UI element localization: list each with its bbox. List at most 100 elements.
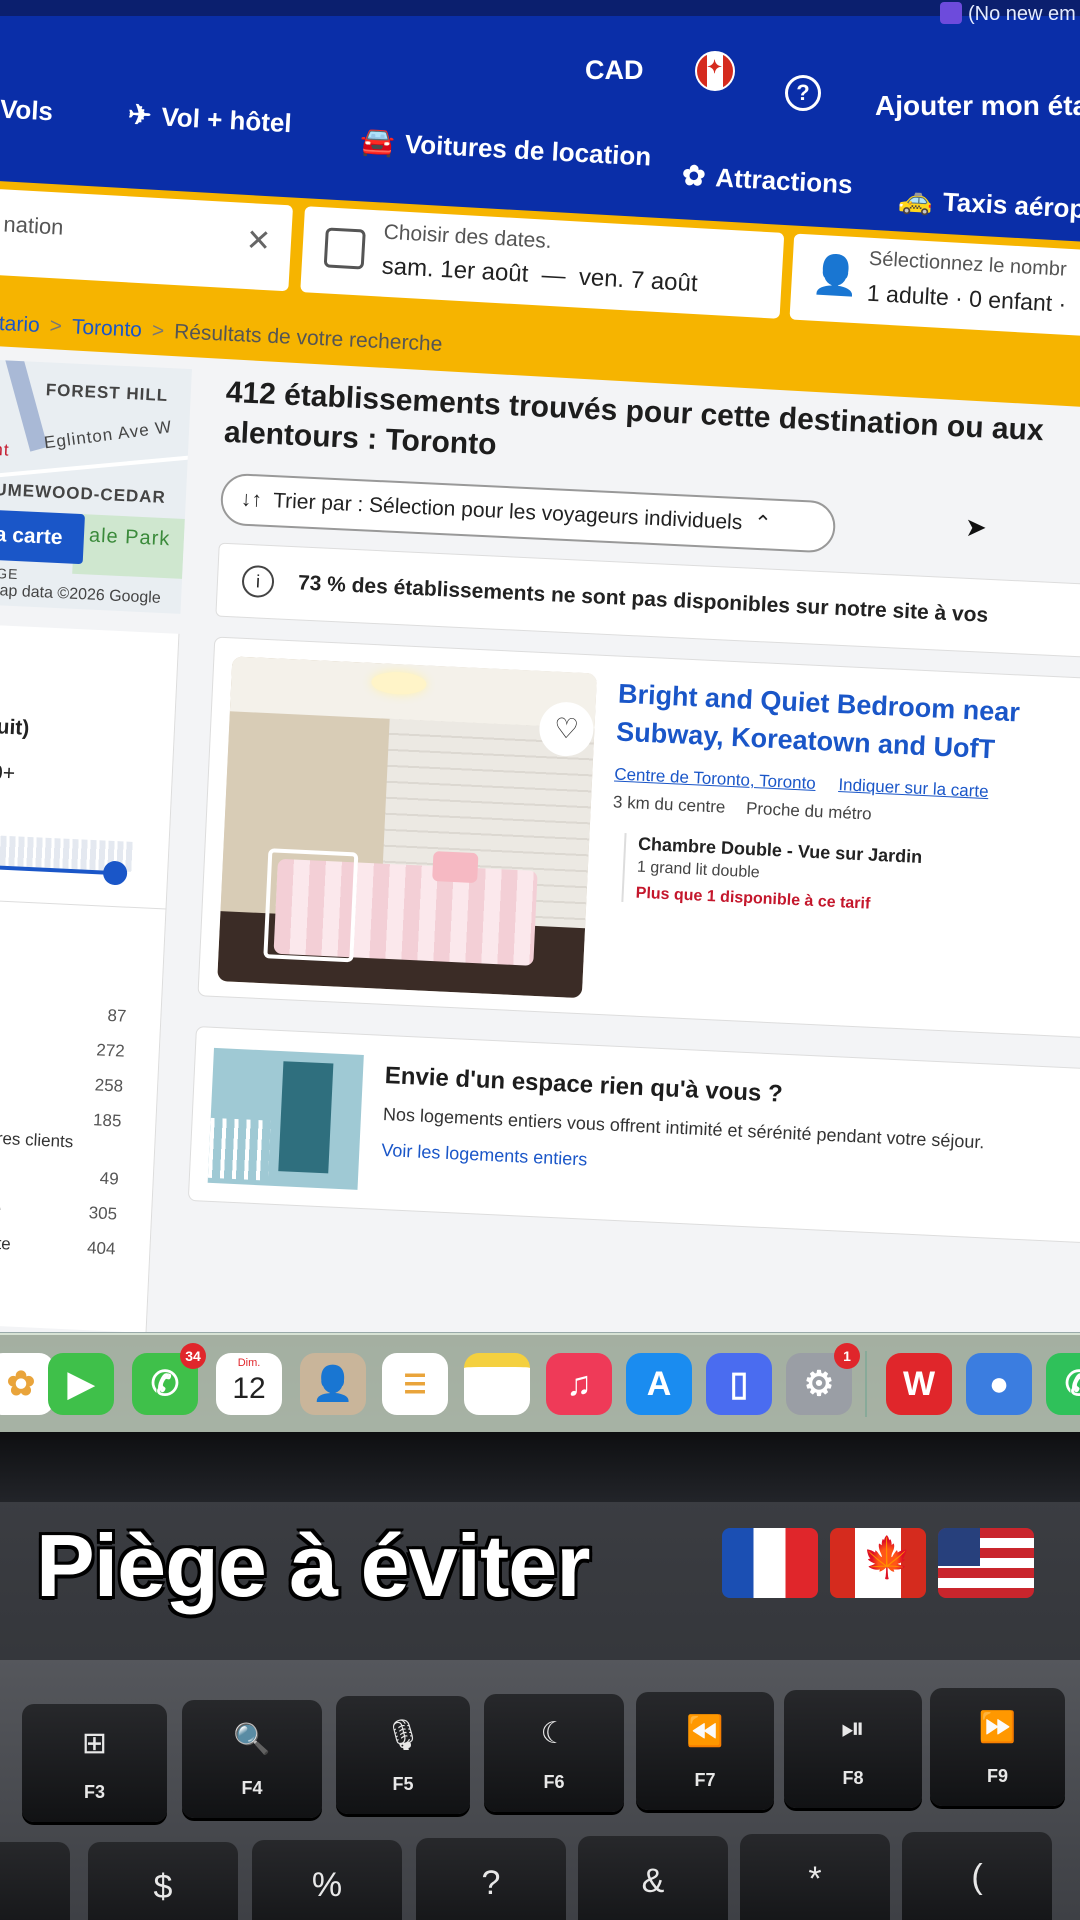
key-symbol: % [311,1866,343,1904]
results-panel: 412 établissements trouvés pour cette de… [187,373,1080,1246]
entire-homes-promo[interactable]: Envie d'un espace rien qu'à vous ? Nos l… [187,1026,1080,1244]
microphone-icon: 🎙 [383,1719,423,1752]
attractions-icon: ✿ [681,159,707,192]
filter-option-count: 305 [88,1203,118,1224]
app-icon[interactable]: ● [966,1353,1032,1415]
key-symbol: ( [971,1858,983,1896]
date-start: sam. 1er août [381,252,530,288]
map-label: FOREST HILL [45,380,169,406]
canada-flag-icon[interactable] [695,51,735,91]
breadcrumb-toronto[interactable]: Toronto [71,315,142,341]
video-caption: Piège à éviter [36,1516,590,1615]
filter-option[interactable]: 87 [0,999,127,1026]
map-label: ant [0,439,11,460]
key-f9[interactable]: ⏩ F9 [930,1688,1065,1806]
add-property-link[interactable]: Ajouter mon établ [875,90,1080,122]
person-icon: 👤 [810,253,861,299]
filter-option[interactable]: uite258 [0,1069,124,1097]
filter-option-count: 404 [86,1238,116,1259]
location-link[interactable]: Centre de Toronto, Toronto [614,764,816,792]
currency-selector[interactable]: CAD [585,55,644,86]
flight-hotel-icon: ✈ [127,98,153,131]
mail-notice-text: (No new em [968,3,1076,25]
date-separator: — [540,261,567,290]
mail-notice[interactable]: (No new em [940,2,1076,26]
dates-field[interactable]: Choisir des dates. sam. 1er août — ven. … [300,206,785,319]
divider [0,898,167,910]
key-f6[interactable]: ☾ F6 [484,1694,624,1812]
filter-option[interactable]: to272 [0,1034,125,1062]
nav-attractions[interactable]: ✿ Attractions [681,159,853,201]
taxi-icon: 🚕 [897,183,934,216]
clear-icon[interactable]: ✕ [245,223,272,259]
reminders-icon[interactable]: ☰ [382,1353,448,1415]
notes-icon[interactable] [464,1353,530,1415]
iphone-mirroring-icon[interactable]: ▯ [706,1353,772,1415]
destination-field[interactable]: nation ✕ [0,188,294,292]
nav-car-rental-label: Voitures de location [404,128,652,172]
nav-car-rental[interactable]: 🚘 Voitures de location [359,124,652,172]
key-label: F7 [694,1770,716,1790]
key-f3[interactable]: ⊞ F3 [22,1704,167,1822]
facetime-icon[interactable]: ▶ [48,1353,114,1415]
guests-field[interactable]: 👤 Sélectionnez le nombr 1 adulte · 0 enf… [789,233,1080,338]
photos-icon[interactable]: ✿ [0,1353,54,1415]
property-meta: 3 km du centre Proche du métro [613,792,889,825]
key-9[interactable]: ( [902,1832,1052,1920]
key-5[interactable]: % [252,1840,402,1920]
music-icon[interactable]: ♫ [546,1353,612,1415]
property-photo[interactable]: ♡ [217,656,598,999]
dock: ✿ ▶ ✆ 34 Dim. 12 👤 ☰ ♫ A ▯ ⚙ 1 W ● ✆ [0,1332,1080,1434]
key-f4[interactable]: 🔍 F4 [182,1700,322,1818]
nav-flight-hotel-label: Vol + hôtel [160,101,293,139]
calendar-icon[interactable]: Dim. 12 [216,1353,282,1415]
price-slider-handle[interactable] [102,860,128,886]
key-4[interactable]: $ [88,1842,238,1920]
key-8[interactable]: * [740,1834,890,1920]
sort-icon: ↓↑ [240,487,263,512]
sort-dropdown[interactable]: ↓↑ Trier par : Sélection pour les voyage… [219,472,837,554]
filter-option[interactable]: rivative 305 [0,1197,118,1225]
map-preview[interactable]: FOREST HILL Eglinton Ave W HUMEWOOD-CEDA… [0,359,192,614]
breadcrumb-ontario[interactable]: tario [0,312,40,337]
date-end: ven. 7 août [578,263,699,298]
results-title: 412 établissements trouvés pour cette de… [223,373,1080,495]
contacts-icon[interactable]: 👤 [300,1353,366,1415]
key-f5[interactable]: 🎙 F5 [336,1696,470,1814]
filter-option[interactable]: i gratuite 404 [0,1231,116,1259]
nav-flights[interactable]: Vols [0,94,54,128]
map-label: Eglinton Ave W [43,417,174,453]
filter-option[interactable]: 185 [0,1104,122,1130]
nav-airport-taxis[interactable]: 🚕 Taxis aéroport [897,182,1080,227]
property-card[interactable]: ♡ Bright and Quiet Bedroom near Subway, … [197,636,1080,1039]
nav-flight-hotel[interactable]: ✈ Vol + hôtel [127,98,292,140]
filter-option-count: 185 [92,1110,122,1131]
phone-icon[interactable]: ✆ 34 [132,1343,206,1415]
france-flag-icon [722,1528,818,1598]
filter-section-heading: s [0,949,129,977]
guests-value: 1 adulte · 0 enfant · [866,279,1067,317]
property-title[interactable]: Bright and Quiet Bedroom near Subway, Ko… [615,675,1080,774]
show-map-button[interactable]: la carte [0,509,86,565]
filter-option[interactable]: ompris49 [0,1162,119,1190]
wps-office-icon[interactable]: W [886,1353,952,1415]
results-title-line2: alentours : Toronto [223,415,498,462]
breadcrumb-separator: > [49,314,63,338]
settings-icon[interactable]: ⚙ 1 [786,1343,860,1415]
key-f7[interactable]: ⏪ F7 [636,1692,774,1810]
filter-option-count: 258 [94,1075,124,1096]
promo-door [278,1061,334,1174]
dates-label: Choisir des dates. [383,220,553,253]
price-filter-max: 000+ [0,760,16,786]
key-slash[interactable]: ? [416,1838,566,1920]
promo-link[interactable]: Voir les logements entiers [381,1140,588,1171]
destination-placeholder: nation [2,211,65,240]
help-icon[interactable]: ? [785,75,821,111]
show-on-map-link[interactable]: Indiquer sur la carte [838,775,989,801]
whatsapp-icon[interactable]: ✆ [1046,1353,1080,1415]
key-symbol: & [641,1862,665,1900]
app-store-icon[interactable]: A [626,1353,692,1415]
key-f8[interactable]: ⏯ F8 [784,1690,922,1808]
breadcrumb: tario > Toronto > Résultats de votre recherc… [0,312,443,357]
key-7[interactable]: & [578,1836,728,1920]
